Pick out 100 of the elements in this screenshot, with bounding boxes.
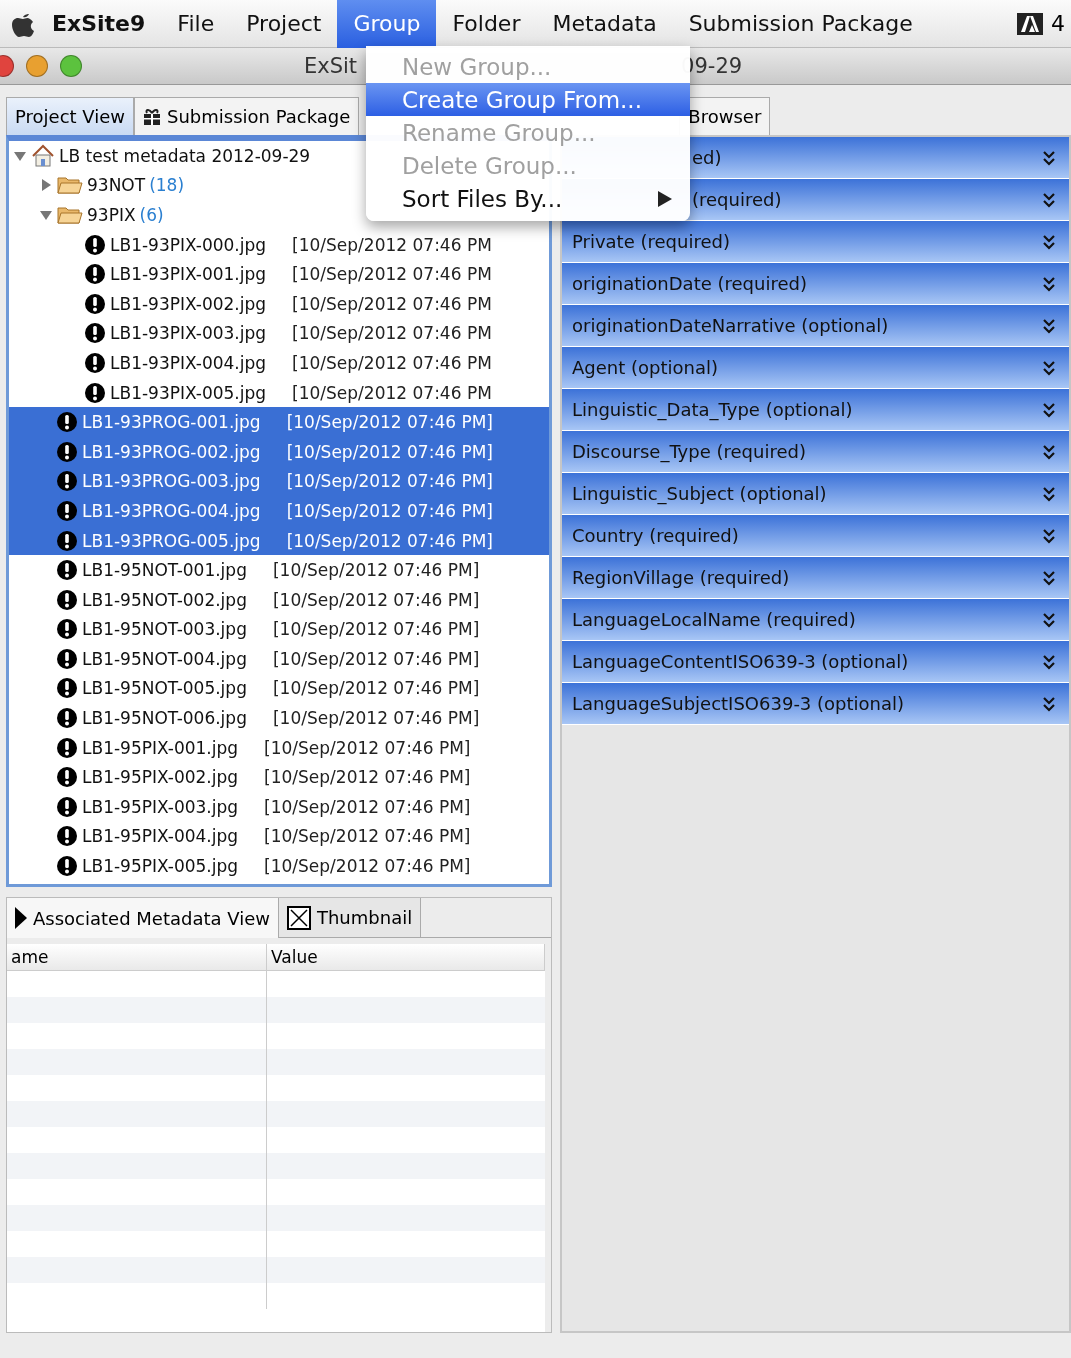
file-row[interactable]: LB1-95PIX-003.jpg [10/Sep/2012 07:46 PM] bbox=[9, 792, 549, 822]
file-row[interactable]: LB1-95NOT-005.jpg [10/Sep/2012 07:46 PM] bbox=[9, 673, 549, 704]
menu-item[interactable]: Metadata bbox=[536, 0, 673, 48]
double-chevron-icon[interactable] bbox=[1043, 191, 1055, 208]
double-chevron-icon[interactable] bbox=[1043, 443, 1055, 460]
file-row[interactable]: LB1-93PROG-005.jpg [10/Sep/2012 07:46 PM] bbox=[9, 525, 549, 556]
file-date: [10/Sep/2012 07:46 PM bbox=[292, 264, 492, 285]
double-chevron-icon[interactable] bbox=[1043, 485, 1055, 502]
file-count: (18) bbox=[149, 175, 185, 196]
metadata-category[interactable]: Linguistic_Subject (optional) bbox=[562, 473, 1069, 515]
file-row[interactable]: LB1-95PIX-004.jpg [10/Sep/2012 07:46 PM] bbox=[9, 821, 549, 852]
file-row[interactable]: LB1-93PROG-002.jpg [10/Sep/2012 07:46 PM] bbox=[9, 436, 549, 467]
double-chevron-icon[interactable] bbox=[1043, 359, 1055, 376]
menu-item[interactable]: File bbox=[161, 0, 231, 48]
exclamation-icon bbox=[84, 233, 106, 256]
metadata-category[interactable]: Agent (optional) bbox=[562, 347, 1069, 389]
file-row[interactable]: LB1-95NOT-001.jpg [10/Sep/2012 07:46 PM] bbox=[9, 555, 549, 585]
file-name: LB1-93PIX-004.jpg bbox=[110, 352, 267, 373]
project-name[interactable]: LB test metadata 2012-09-29 bbox=[59, 145, 311, 166]
metadata-category[interactable]: LanguageContentISO639-3 (optional) bbox=[562, 641, 1069, 683]
file-row[interactable]: LB1-95NOT-002.jpg [10/Sep/2012 07:46 PM] bbox=[9, 584, 549, 615]
double-chevron-icon[interactable] bbox=[1043, 611, 1055, 628]
metadata-category[interactable]: RegionVillage (required) bbox=[562, 557, 1069, 599]
exclamation-icon bbox=[56, 677, 78, 700]
exclamation-icon bbox=[56, 707, 78, 730]
column-header[interactable]: ame bbox=[7, 944, 267, 970]
file-name: LB1-93PROG-004.jpg bbox=[82, 500, 261, 521]
file-date: [10/Sep/2012 07:46 PM] bbox=[286, 471, 493, 492]
file-name: LB1-93PIX-000.jpg bbox=[110, 234, 267, 255]
minimize-button[interactable] bbox=[26, 55, 48, 77]
file-date: [10/Sep/2012 07:46 PM bbox=[292, 352, 492, 373]
menu-item[interactable]: Create Group From... bbox=[366, 83, 690, 116]
metadata-category[interactable]: Country (required) bbox=[562, 515, 1069, 557]
file-name: LB1-95NOT-003.jpg bbox=[82, 619, 247, 640]
file-row[interactable]: LB1-93PROG-004.jpg [10/Sep/2012 07:46 PM] bbox=[9, 496, 549, 526]
exclamation-icon bbox=[84, 263, 106, 286]
column-header[interactable]: Value bbox=[267, 944, 545, 970]
file-date: [10/Sep/2012 07:46 PM bbox=[292, 234, 492, 255]
exclamation-icon bbox=[84, 322, 106, 345]
file-row[interactable]: LB1-95PIX-002.jpg [10/Sep/2012 07:46 PM] bbox=[9, 762, 549, 793]
double-chevron-icon[interactable] bbox=[1043, 653, 1055, 670]
zoom-button[interactable] bbox=[60, 55, 82, 77]
file-row[interactable]: LB1-93PIX-004.jpg [10/Sep/2012 07:46 PM bbox=[9, 348, 549, 378]
file-row[interactable]: LB1-95PIX-005.jpg [10/Sep/2012 07:46 PM] bbox=[9, 851, 549, 881]
house-icon bbox=[31, 143, 55, 168]
double-chevron-icon[interactable] bbox=[1043, 317, 1055, 334]
file-row[interactable]: LB1-95NOT-006.jpg [10/Sep/2012 07:46 PM] bbox=[9, 703, 549, 733]
folder-name[interactable]: 93PIX bbox=[87, 205, 136, 225]
file-row[interactable]: LB1-93PIX-005.jpg [10/Sep/2012 07:46 PM bbox=[9, 377, 549, 408]
window-title: 09-29 bbox=[681, 54, 743, 78]
tab[interactable]: Thumbnail bbox=[278, 898, 422, 938]
file-name: LB1-93PIX-005.jpg bbox=[110, 382, 267, 403]
file-date: [10/Sep/2012 07:46 PM] bbox=[272, 678, 480, 699]
double-chevron-icon[interactable] bbox=[1043, 695, 1055, 712]
file-date: [10/Sep/2012 07:46 PM] bbox=[264, 856, 471, 877]
file-row[interactable]: LB1-93PIX-003.jpg [10/Sep/2012 07:46 PM bbox=[9, 318, 549, 349]
metadata-category[interactable]: LanguageLocalName (required) bbox=[562, 599, 1069, 641]
adobe-icon[interactable] bbox=[1017, 12, 1043, 35]
metadata-category[interactable]: Discourse_Type (required) bbox=[562, 431, 1069, 473]
double-chevron-icon[interactable] bbox=[1043, 569, 1055, 586]
folder-name[interactable]: 93NOT bbox=[87, 175, 146, 196]
metadata-category[interactable]: originationDateNarrative (optional) bbox=[562, 305, 1069, 347]
double-chevron-icon[interactable] bbox=[1043, 527, 1055, 544]
file-name: LB1-93PROG-002.jpg bbox=[82, 441, 261, 462]
metadata-category[interactable]: Linguistic_Data_Type (optional) bbox=[562, 389, 1069, 431]
double-chevron-icon[interactable] bbox=[1043, 233, 1055, 250]
metadata-category[interactable]: originationDate (required) bbox=[562, 263, 1069, 305]
file-name: LB1-93PIX-003.jpg bbox=[110, 323, 267, 344]
exclamation-icon bbox=[84, 292, 106, 315]
file-name: LB1-95PIX-001.jpg bbox=[82, 737, 239, 758]
file-row[interactable]: LB1-95NOT-003.jpg [10/Sep/2012 07:46 PM] bbox=[9, 614, 549, 645]
file-date: [10/Sep/2012 07:46 PM] bbox=[264, 737, 471, 758]
status-text: 4 bbox=[1051, 11, 1065, 36]
folder-icon bbox=[57, 205, 83, 225]
file-row[interactable]: LB1-93PROG-001.jpg [10/Sep/2012 07:46 PM] bbox=[9, 407, 549, 437]
disclosure-triangle-icon[interactable] bbox=[39, 208, 53, 222]
tab[interactable]: Project View bbox=[6, 97, 135, 135]
file-row[interactable]: LB1-95PIX-001.jpg [10/Sep/2012 07:46 PM] bbox=[9, 732, 549, 763]
double-chevron-icon[interactable] bbox=[1043, 401, 1055, 418]
file-row[interactable]: LB1-93PIX-000.jpg [10/Sep/2012 07:46 PM bbox=[9, 229, 549, 260]
metadata-category[interactable]: Private (required) bbox=[562, 221, 1069, 263]
double-chevron-icon[interactable] bbox=[1043, 275, 1055, 292]
menu-item[interactable]: Group bbox=[337, 0, 437, 48]
disclosure-triangle-icon[interactable] bbox=[39, 178, 53, 193]
menu-item[interactable]: Submission Package bbox=[672, 0, 929, 48]
file-row[interactable]: LB1-95NOT-004.jpg [10/Sep/2012 07:46 PM] bbox=[9, 644, 549, 674]
app-menu[interactable]: ExSite9 bbox=[36, 0, 162, 48]
double-chevron-icon[interactable] bbox=[1043, 149, 1055, 166]
file-row[interactable]: LB1-93PIX-001.jpg [10/Sep/2012 07:46 PM bbox=[9, 259, 549, 289]
tab[interactable]: Associated Metadata View bbox=[7, 898, 279, 938]
window-title: ExSit bbox=[304, 54, 358, 78]
file-row[interactable]: LB1-93PIX-002.jpg [10/Sep/2012 07:46 PM bbox=[9, 288, 549, 319]
menu-item[interactable]: Project bbox=[230, 0, 338, 48]
metadata-category[interactable]: LanguageSubjectISO639-3 (optional) bbox=[562, 683, 1069, 725]
tab[interactable]: Submission Package bbox=[134, 97, 360, 135]
file-row[interactable]: LB1-93PROG-003.jpg [10/Sep/2012 07:46 PM] bbox=[9, 466, 549, 497]
exclamation-icon bbox=[84, 381, 106, 404]
menu-item[interactable]: Folder bbox=[436, 0, 537, 48]
exclamation-icon bbox=[56, 766, 78, 789]
file-date: [10/Sep/2012 07:46 PM] bbox=[272, 560, 480, 581]
